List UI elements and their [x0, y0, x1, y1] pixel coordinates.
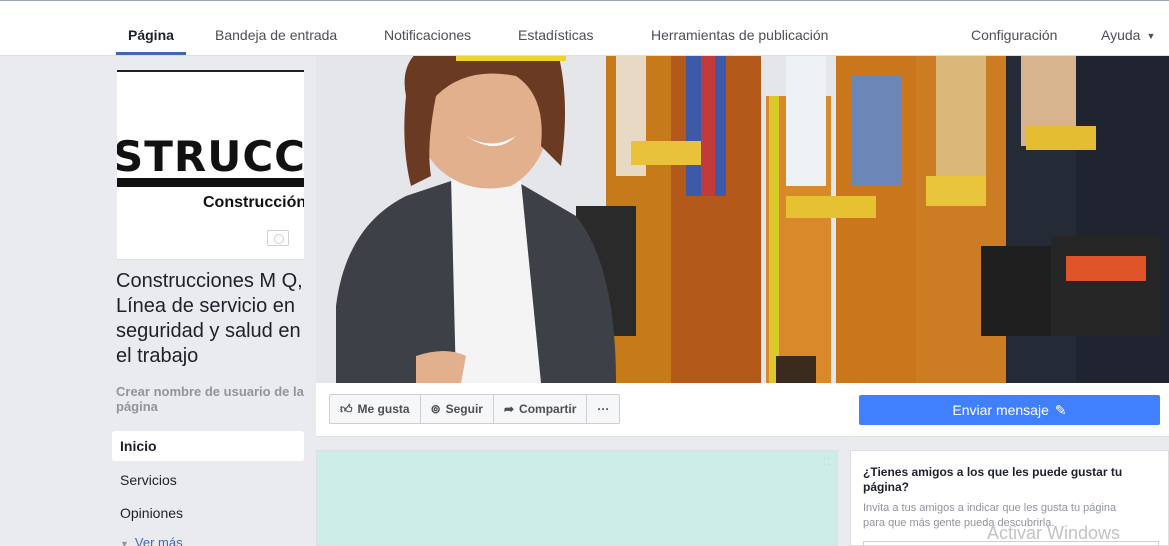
cover-photo[interactable] — [316, 56, 1169, 383]
drag-handle-icon[interactable]: ⁚⁚ — [823, 457, 831, 468]
send-message-label: Enviar mensaje — [952, 402, 1049, 418]
follow-label: Seguir — [445, 402, 483, 416]
tab-page[interactable]: Página — [128, 27, 174, 43]
page-actions: 👍︎ Me gusta ⊚ Seguir ➦ Compartir ··· — [329, 394, 621, 424]
page-title: Construcciones M Q, Línea de servicio en… — [116, 270, 303, 367]
logo-text: STRUCCIO — [117, 132, 304, 181]
thumbs-up-icon: 👍︎ — [340, 401, 353, 416]
logo-bar — [117, 178, 304, 187]
like-button[interactable]: 👍︎ Me gusta — [330, 395, 421, 423]
tab-notifications[interactable]: Notificaciones — [384, 27, 471, 43]
logo-subtext: Construcción — [203, 194, 304, 211]
like-label: Me gusta — [357, 402, 410, 416]
camera-icon[interactable] — [267, 230, 289, 246]
chevron-down-icon: ▼ — [1146, 31, 1156, 41]
create-username-link[interactable]: Crear nombre de usuario de la página — [116, 384, 306, 414]
cover-photo-illustration — [316, 56, 1169, 383]
pencil-icon: ✎ — [1054, 401, 1067, 418]
share-button[interactable]: ➦ Compartir — [494, 395, 588, 423]
sidebar-item-home[interactable]: Inicio — [120, 438, 157, 454]
settings-link[interactable]: Configuración — [971, 27, 1057, 43]
tab-statistics[interactable]: Estadísticas — [518, 27, 593, 43]
sidebar-item-services[interactable]: Servicios — [120, 472, 177, 488]
see-more-link[interactable]: ▼ Ver más — [120, 535, 183, 546]
send-message-button[interactable]: Enviar mensaje ✎ — [859, 395, 1160, 425]
follow-button[interactable]: ⊚ Seguir — [421, 395, 494, 423]
chevron-down-icon: ▼ — [120, 539, 129, 546]
share-arrow-icon: ➦ — [503, 402, 515, 416]
tab-publishing-tools[interactable]: Herramientas de publicación — [651, 27, 828, 43]
content-panel: ⁚⁚ — [316, 450, 838, 546]
top-navigation: Página Bandeja de entrada Notificaciones… — [0, 0, 1169, 56]
share-label: Compartir — [519, 402, 577, 416]
help-menu[interactable]: Ayuda ▼ — [1101, 27, 1155, 43]
tab-inbox[interactable]: Bandeja de entrada — [215, 27, 337, 43]
worker-figures — [576, 56, 1169, 383]
invite-title: ¿Tienes amigos a los que les puede gusta… — [863, 465, 1123, 494]
active-tab-indicator — [116, 52, 186, 55]
windows-activation-watermark: Activar Windows — [987, 523, 1121, 543]
sidebar-item-reviews[interactable]: Opiniones — [120, 505, 183, 521]
more-options-button[interactable]: ··· — [587, 395, 619, 423]
see-more-label: Ver más — [134, 535, 183, 546]
help-label: Ayuda — [1101, 27, 1141, 43]
rss-icon: ⊚ — [430, 402, 441, 416]
